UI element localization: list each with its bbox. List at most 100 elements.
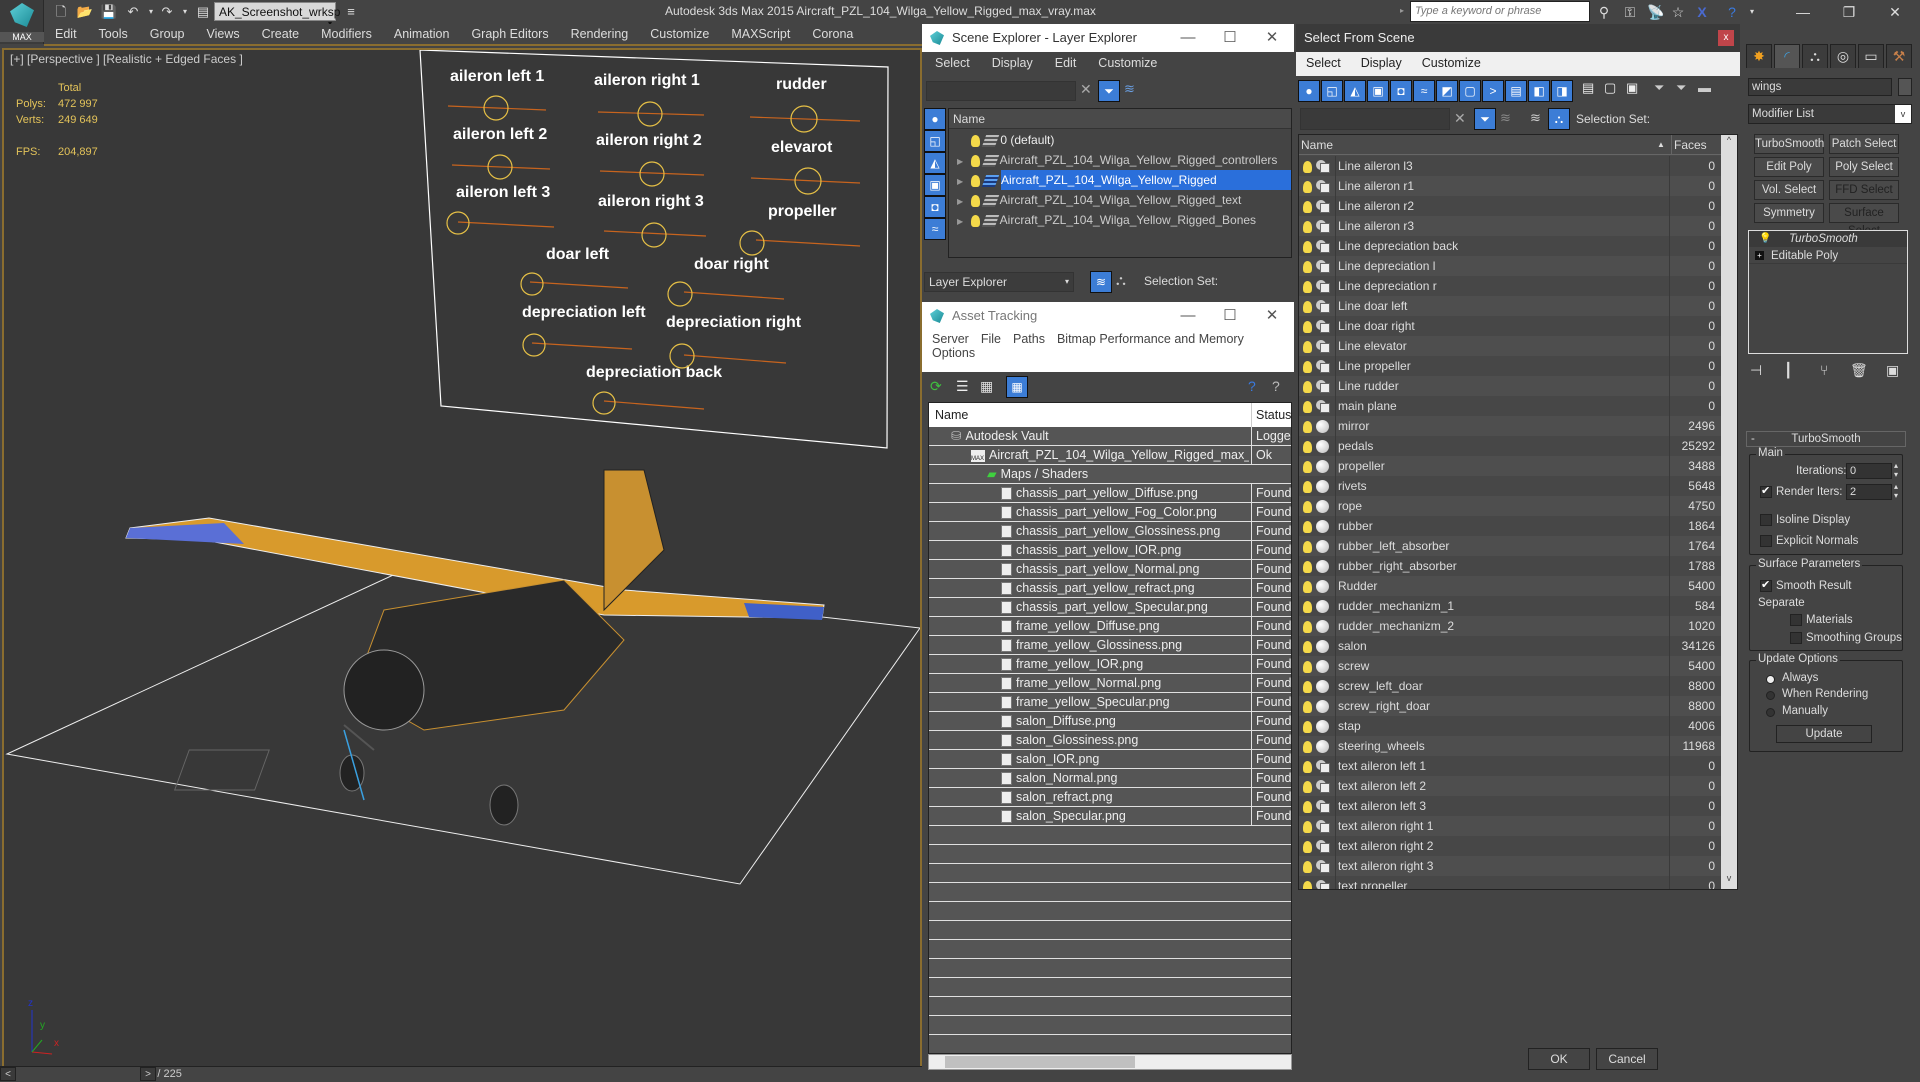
- scrollbar-thumb[interactable]: [945, 1056, 1135, 1068]
- label-rudder[interactable]: rudder: [776, 76, 827, 94]
- asset-row[interactable]: salon_Specular.png Found: [929, 807, 1291, 826]
- tree-view-icon[interactable]: ▦: [980, 378, 993, 395]
- binoculars-icon[interactable]: ⚲: [1594, 2, 1614, 22]
- table-view-icon[interactable]: ▦: [1006, 376, 1028, 398]
- menu-create[interactable]: Create: [251, 24, 311, 44]
- visibility-bulb-icon[interactable]: [1303, 260, 1312, 273]
- layer-settings-icon[interactable]: ≋: [1124, 81, 1135, 97]
- object-row[interactable]: Line aileron l3 0: [1299, 156, 1721, 176]
- explorer-type-dropdown[interactable]: Layer Explorer ▾: [924, 272, 1074, 292]
- update-button[interactable]: Update: [1776, 725, 1872, 743]
- object-row[interactable]: Line doar left 0: [1299, 296, 1721, 316]
- asset-row[interactable]: chassis_part_yellow_Specular.png Found: [929, 598, 1291, 617]
- visibility-bulb-icon[interactable]: [1303, 740, 1312, 753]
- object-row[interactable]: Line aileron r2 0: [1299, 196, 1721, 216]
- visibility-bulb-icon[interactable]: [1303, 360, 1312, 373]
- utilities-tab-icon[interactable]: ⚒: [1886, 44, 1912, 68]
- layer-view-icon[interactable]: ≋: [1090, 271, 1112, 293]
- object-row[interactable]: salon 34126: [1299, 636, 1721, 656]
- hidden-filter-icon[interactable]: ◨: [1551, 80, 1573, 102]
- asset-row[interactable]: chassis_part_yellow_Glossiness.png Found: [929, 522, 1291, 541]
- minimize-icon[interactable]: —: [1168, 24, 1208, 52]
- label-aileron-right-1[interactable]: aileron right 1: [594, 72, 700, 90]
- key-icon[interactable]: ⚿: [1620, 2, 1640, 22]
- label-aileron-left-1[interactable]: aileron left 1: [450, 68, 544, 86]
- object-row[interactable]: Line rudder 0: [1299, 376, 1721, 396]
- object-row[interactable]: main plane 0: [1299, 396, 1721, 416]
- menu-modifiers[interactable]: Modifiers: [310, 24, 383, 44]
- help-icon[interactable]: ?: [1248, 378, 1256, 394]
- menu-tools[interactable]: Tools: [88, 24, 139, 44]
- vol-select-button[interactable]: Vol. Select: [1754, 180, 1824, 200]
- visibility-bulb-icon[interactable]: [1303, 320, 1312, 333]
- manually-radio[interactable]: [1766, 708, 1775, 717]
- object-row[interactable]: rubber_right_absorber 1788: [1299, 556, 1721, 576]
- help-search-input[interactable]: Type a keyword or phrase: [1410, 1, 1590, 22]
- clear-search-icon[interactable]: ✕: [1080, 81, 1092, 98]
- object-row[interactable]: text aileron left 30: [1299, 796, 1721, 816]
- label-aileron-right-2[interactable]: aileron right 2: [596, 132, 702, 150]
- restore-icon[interactable]: ❐: [1826, 0, 1872, 24]
- turbosmooth-button[interactable]: TurboSmooth: [1754, 134, 1824, 154]
- label-aileron-right-3[interactable]: aileron right 3: [598, 193, 704, 211]
- asset-row[interactable]: frame_yellow_IOR.png Found: [929, 655, 1291, 674]
- asset-row[interactable]: chassis_part_yellow_Fog_Color.png Found: [929, 503, 1291, 522]
- asset-row[interactable]: frame_yellow_Diffuse.png Found: [929, 617, 1291, 636]
- menu-rendering[interactable]: Rendering: [560, 24, 640, 44]
- menu-views[interactable]: Views: [195, 24, 250, 44]
- new-file-icon[interactable]: 🗋: [52, 3, 70, 21]
- menu-file[interactable]: File: [975, 332, 1007, 346]
- visibility-bulb-icon[interactable]: [1303, 780, 1312, 793]
- asset-row[interactable]: salon_Diffuse.png Found: [929, 712, 1291, 731]
- object-row[interactable]: rudder_mechanizm_1 584: [1299, 596, 1721, 616]
- asset-tracking-titlebar[interactable]: Asset Tracking — ☐ ✕: [922, 302, 1294, 330]
- menu-display[interactable]: Display: [1351, 52, 1412, 74]
- asset-row[interactable]: salon_Normal.png Found: [929, 769, 1291, 788]
- visibility-bulb-icon[interactable]: [1303, 600, 1312, 613]
- next-frame-button[interactable]: >: [140, 1067, 156, 1081]
- hierarchy-view-icon[interactable]: ⛬: [1116, 272, 1126, 289]
- spinner-arrows-icon[interactable]: ▴ ▾: [1894, 461, 1898, 479]
- label-depreciation-back[interactable]: depreciation back: [586, 364, 722, 382]
- modify-tab-icon[interactable]: ◜: [1774, 44, 1800, 68]
- asset-row[interactable]: salon_Glossiness.png Found: [929, 731, 1291, 750]
- spacewarps-filter-icon[interactable]: ≈: [924, 218, 946, 240]
- refresh-icon[interactable]: ⟳: [930, 378, 942, 395]
- object-row[interactable]: text aileron left 20: [1299, 776, 1721, 796]
- object-row[interactable]: text aileron right 20: [1299, 836, 1721, 856]
- render-iters-checkbox[interactable]: [1760, 484, 1772, 498]
- cancel-button[interactable]: Cancel: [1596, 1048, 1658, 1070]
- visibility-bulb-icon[interactable]: [1303, 240, 1312, 253]
- satellite-icon[interactable]: 📡: [1646, 2, 1666, 22]
- asset-row[interactable]: chassis_part_yellow_Normal.png Found: [929, 560, 1291, 579]
- visibility-bulb-icon[interactable]: [1303, 640, 1312, 653]
- smooth-result-checkbox[interactable]: [1760, 578, 1772, 592]
- visibility-bulb-icon[interactable]: [1303, 440, 1312, 453]
- asset-row[interactable]: chassis_part_yellow_Diffuse.png Found: [929, 484, 1291, 503]
- edit-poly-button[interactable]: Edit Poly: [1754, 157, 1824, 177]
- close-icon[interactable]: x: [1718, 30, 1734, 46]
- always-radio[interactable]: [1766, 675, 1775, 684]
- visibility-bulb-icon[interactable]: [971, 154, 980, 167]
- customize-toolbar-icon[interactable]: ≡: [342, 3, 360, 21]
- visibility-bulb-icon[interactable]: [1303, 560, 1312, 573]
- scroll-down-icon[interactable]: v: [1721, 873, 1737, 889]
- hierarchy-tab-icon[interactable]: ⛬: [1802, 44, 1828, 68]
- groups-filter-icon[interactable]: ◩: [1436, 80, 1458, 102]
- materials-checkbox[interactable]: [1790, 614, 1802, 626]
- visibility-bulb-icon[interactable]: [1303, 160, 1312, 173]
- visibility-bulb-icon[interactable]: [1303, 220, 1312, 233]
- stack-item-editable-poly[interactable]: Editable Poly: [1749, 248, 1907, 264]
- visibility-bulb-icon[interactable]: [971, 194, 980, 207]
- motion-tab-icon[interactable]: ◎: [1830, 44, 1856, 68]
- cameras-filter-icon[interactable]: ▣: [1367, 80, 1389, 102]
- asset-row[interactable]: frame_yellow_Normal.png Found: [929, 674, 1291, 693]
- context-help-icon[interactable]: ?: [1272, 378, 1280, 394]
- configure-sets-icon[interactable]: ▣: [1886, 362, 1899, 379]
- object-row[interactable]: rudder_mechanizm_2 1020: [1299, 616, 1721, 636]
- expand-arrow-icon[interactable]: ▶: [957, 152, 971, 172]
- close-icon[interactable]: ✕: [1252, 24, 1292, 52]
- object-row[interactable]: rubber 1864: [1299, 516, 1721, 536]
- column-name[interactable]: Name: [1301, 135, 1333, 155]
- asset-row[interactable]: frame_yellow_Specular.png Found: [929, 693, 1291, 712]
